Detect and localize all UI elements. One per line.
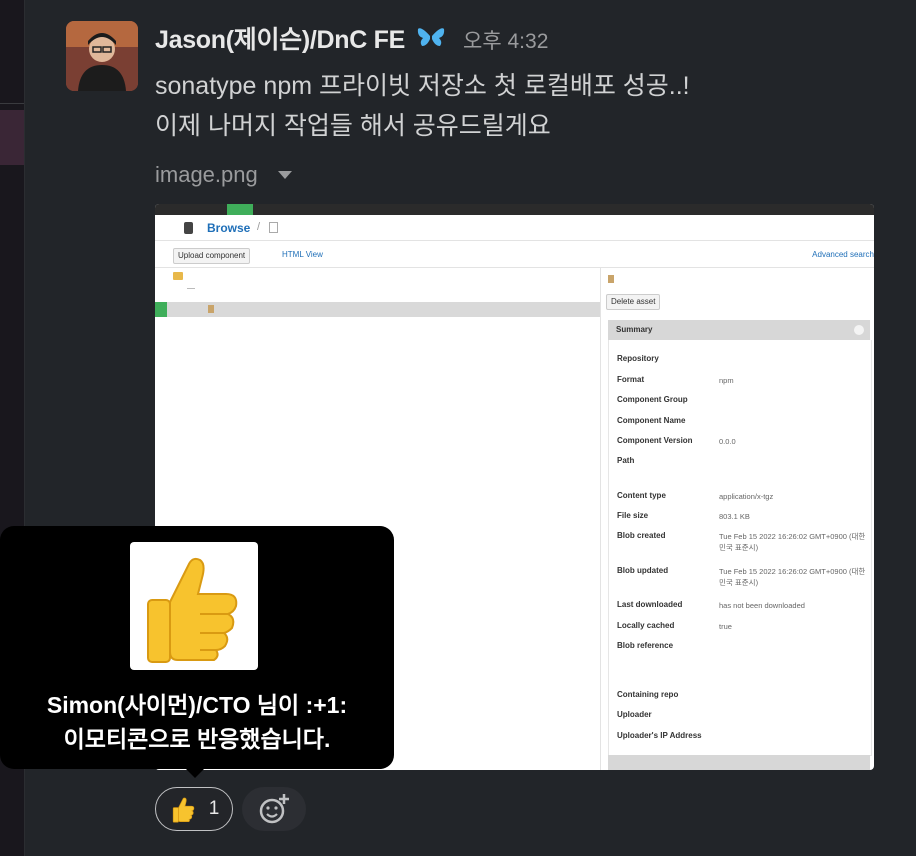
field-label: Component Group [617, 395, 688, 404]
field-value: Tue Feb 15 2022 16:26:02 GMT+0900 (대한민국 … [719, 532, 866, 552]
tooltip-text: Simon(사이먼)/CTO 님이 :+1: [46, 692, 348, 718]
field-label: Repository [617, 354, 659, 363]
field-label: Uploader's IP Address [617, 731, 702, 740]
field-label: Containing repo [617, 690, 679, 699]
message-header: Jason(제이슨)/DnC FE 오후 4:32 [155, 20, 548, 54]
field-label: Format [617, 375, 645, 384]
image-advanced-search-link: Advanced search [812, 250, 874, 259]
field-value: Tue Feb 15 2022 16:26:02 GMT+0900 (대한민국 … [719, 567, 866, 587]
field-label: Last downloaded [617, 600, 683, 609]
chevron-down-icon[interactable] [277, 171, 292, 179]
field-label: Component Version [617, 436, 693, 445]
image-tree-marker [155, 302, 167, 317]
field-value: 0.0.0 [719, 437, 736, 446]
field-label: Blob created [617, 531, 666, 540]
reaction-thumbs-up[interactable]: 1 [155, 787, 233, 831]
attachment-name[interactable]: image.png [155, 162, 258, 188]
field-value: application/x-tgz [719, 492, 774, 501]
image-tree-selected-row [155, 302, 600, 317]
avatar[interactable] [66, 21, 138, 91]
repository-icon [269, 222, 278, 233]
folder-icon [173, 272, 183, 280]
field-label: Blob reference [617, 641, 674, 650]
add-emoji-icon [259, 794, 289, 824]
field-label: Component Name [617, 416, 686, 425]
image-browse-bar: Browse / [155, 215, 874, 241]
field-value: 803.1 KB [719, 512, 750, 521]
image-browse-title: Browse [207, 221, 251, 235]
rail-active-marker [0, 110, 24, 165]
field-label: Blob updated [617, 566, 669, 575]
image-toolbar: Upload component HTML View Advanced sear… [155, 241, 874, 268]
image-html-view-link: HTML View [282, 250, 323, 259]
field-label: Content type [617, 491, 666, 500]
tooltip-arrow [183, 766, 207, 778]
rail-divider [0, 103, 24, 104]
field-label: Path [617, 456, 635, 465]
image-delete-button: Delete asset [606, 294, 661, 310]
reaction-count: 1 [208, 798, 220, 819]
field-label: File size [617, 511, 649, 520]
image-detail-pane: Delete asset Summary Repository Format n… [601, 268, 874, 770]
file-icon [208, 305, 214, 313]
author-name[interactable]: Jason(제이슨)/DnC FE [155, 20, 405, 56]
field-label: Uploader [617, 710, 652, 719]
add-reaction-button[interactable] [242, 787, 306, 831]
database-icon [184, 222, 193, 234]
tooltip-text: 이모티콘으로 반응했습니다. [63, 726, 331, 752]
image-green-tab [227, 204, 253, 215]
tree-connector [187, 288, 195, 289]
timestamp[interactable]: 오후 4:32 [463, 25, 548, 55]
image-topbar [155, 204, 874, 215]
tooltip-emoji-preview [130, 542, 258, 670]
image-summary-body: Repository Format npm Component Group Co… [608, 340, 872, 756]
image-breadcrumb-sep: / [257, 221, 261, 233]
message-text-line: 이제 나머지 작업들 해서 공유드릴게요 [155, 112, 551, 140]
image-upload-button: Upload component [173, 248, 251, 264]
message-text-line: sonatype npm 프라이빗 저장소 첫 로컬배포 성공..! [155, 72, 690, 100]
field-value: npm [719, 376, 734, 385]
collapse-icon [854, 325, 864, 335]
reaction-tooltip: Simon(사이먼)/CTO 님이 :+1: 이모티콘으로 반응했습니다. [0, 526, 394, 769]
image-summary-header: Summary [608, 320, 870, 340]
attachment-header[interactable]: image.png [155, 162, 292, 188]
field-label: Locally cached [617, 621, 675, 630]
thumbs-up-icon [147, 557, 238, 663]
image-summary-title: Summary [616, 325, 653, 334]
reactions-bar: 1 [155, 787, 306, 831]
image-summary-footer [608, 755, 870, 770]
field-value: true [719, 622, 732, 631]
butterfly-icon [417, 26, 445, 48]
field-value: has not been downloaded [719, 601, 805, 610]
thumbs-up-icon [172, 797, 194, 823]
file-icon [608, 275, 614, 283]
